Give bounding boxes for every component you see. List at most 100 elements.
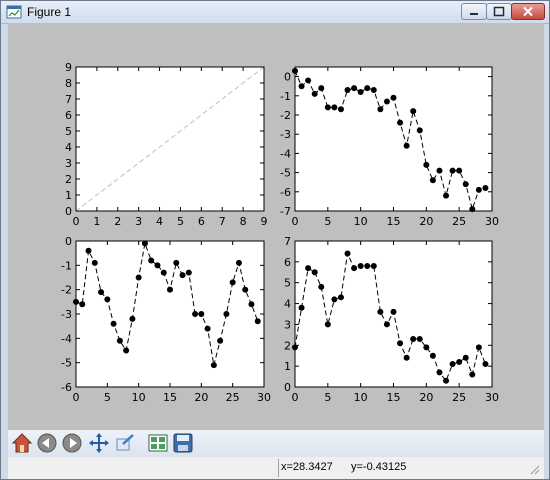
x-tick-label: 20 <box>194 391 208 404</box>
x-tick-label: 1 <box>93 215 100 228</box>
y-tick-label: 5 <box>284 277 291 290</box>
y-tick-label: -7 <box>280 205 291 218</box>
x-tick-label: 20 <box>419 215 433 228</box>
data-point <box>443 192 450 199</box>
data-point <box>482 184 489 191</box>
data-point <box>357 263 364 270</box>
x-tick-label: 5 <box>177 215 184 228</box>
x-tick-label: 30 <box>485 391 499 404</box>
figure-canvas[interactable]: 0 1 2 3 4 5 6 7 8 9 0 1 2 3 4 5 6 7 8 9 0 5 10 15 20 25 30 0 -1 -2 -3-… <box>8 23 544 429</box>
data-point <box>351 265 358 272</box>
x-tick-label: 0 <box>73 215 80 228</box>
data-point <box>91 259 98 266</box>
data-point <box>167 286 173 293</box>
x-tick-label: 5 <box>324 391 331 404</box>
title-bar[interactable]: Figure 1 <box>1 1 549 24</box>
x-tick-label: 15 <box>163 391 177 404</box>
data-point <box>443 377 450 384</box>
data-point <box>449 167 456 174</box>
x-tick-label: 6 <box>198 215 205 228</box>
y-tick-label: 1 <box>65 189 72 202</box>
home-button[interactable] <box>11 432 33 454</box>
data-point <box>383 321 390 328</box>
forward-button[interactable] <box>61 432 83 454</box>
window-title: Figure 1 <box>27 5 72 19</box>
x-tick-label: 10 <box>132 391 146 404</box>
pan-button[interactable] <box>88 432 110 454</box>
back-icon <box>37 433 57 453</box>
data-point <box>337 106 344 113</box>
data-point <box>351 85 358 92</box>
save-icon <box>173 433 193 453</box>
data-point <box>223 311 230 317</box>
subplots-button[interactable] <box>147 432 169 454</box>
y-tick-label: 1 <box>284 360 291 373</box>
cursor-y-readout: y=-0.43125 <box>351 461 407 473</box>
save-button[interactable] <box>172 432 194 454</box>
y-tick-label: 2 <box>65 173 72 186</box>
data-point <box>79 301 86 308</box>
data-point <box>416 127 423 134</box>
data-point <box>179 272 186 279</box>
cursor-x-readout: x=28.3427 <box>281 461 333 473</box>
navigation-toolbar <box>8 429 544 458</box>
back-button[interactable] <box>36 432 58 454</box>
y-tick-label: -1 <box>61 259 72 272</box>
maximize-button[interactable] <box>486 3 512 20</box>
data-point <box>192 311 199 317</box>
data-point <box>331 104 338 111</box>
y-tick-label: -5 <box>61 357 72 370</box>
minimize-button[interactable] <box>461 3 487 20</box>
y-tick-label: 9 <box>65 61 72 74</box>
data-point <box>370 263 377 270</box>
x-tick-label: 0 <box>73 391 80 404</box>
data-point <box>475 186 482 193</box>
data-point <box>423 161 430 168</box>
x-tick-label: 25 <box>452 391 466 404</box>
zoom-icon <box>116 434 134 451</box>
x-tick-label: 0 <box>292 391 299 404</box>
x-tick-label: 4 <box>156 215 163 228</box>
figure-app-icon <box>6 5 22 19</box>
data-point <box>324 321 331 328</box>
y-tick-label: 2 <box>284 339 291 352</box>
y-tick-label: 6 <box>284 256 291 269</box>
close-button[interactable] <box>511 3 545 20</box>
y-tick-label: 0 <box>284 71 291 84</box>
x-tick-label: 10 <box>354 215 368 228</box>
data-point <box>198 311 205 317</box>
data-point <box>311 269 318 276</box>
x-tick-label: 2 <box>114 215 121 228</box>
home-icon <box>11 433 33 453</box>
zoom-button[interactable] <box>114 432 136 454</box>
data-point <box>410 108 417 115</box>
data-point <box>403 354 410 361</box>
y-tick-label: 4 <box>284 298 291 311</box>
data-point <box>104 296 111 303</box>
forward-icon <box>62 433 82 453</box>
data-point <box>305 265 312 272</box>
data-point <box>383 98 390 105</box>
data-point <box>337 294 344 301</box>
y-tick-label: 7 <box>284 235 291 248</box>
data-point <box>123 347 130 354</box>
data-point <box>462 354 469 361</box>
data-point <box>318 85 325 92</box>
y-tick-label: 0 <box>65 205 72 218</box>
subplots-icon <box>148 434 168 452</box>
y-tick-label: 6 <box>65 109 72 122</box>
data-point <box>305 77 312 84</box>
status-divider <box>278 459 279 477</box>
y-tick-label: 3 <box>284 318 291 331</box>
data-point <box>423 344 430 351</box>
resize-grip-icon[interactable] <box>528 463 540 475</box>
data-point <box>135 274 142 281</box>
x-tick-label: 0 <box>292 215 299 228</box>
y-tick-label: -3 <box>61 308 72 321</box>
data-point <box>229 279 236 286</box>
data-point <box>185 269 192 276</box>
data-point <box>129 315 136 322</box>
data-point <box>344 87 351 94</box>
data-point <box>377 106 384 113</box>
figure-window: Figure 1 0 1 2 3 4 5 6 7 8 9 0 1 2 3 4 5 6 7 8 9 0 5 10 15 20 25 3… <box>0 0 550 480</box>
